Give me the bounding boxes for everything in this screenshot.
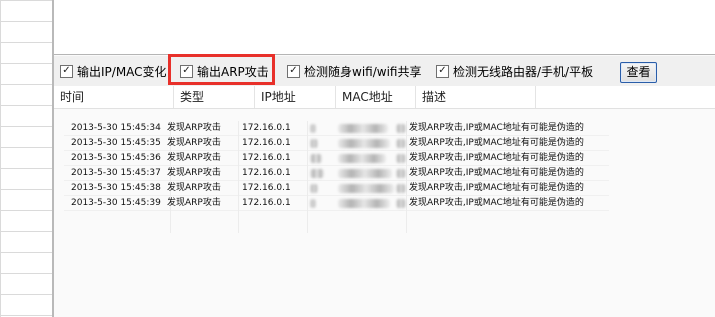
- column-header-time[interactable]: 时间: [54, 86, 174, 108]
- cell-type: 发现ARP攻击: [167, 198, 221, 208]
- cell-time: 2013-5-30 15:45:39: [71, 198, 161, 208]
- cell-type: 发现ARP攻击: [167, 123, 221, 133]
- cell-mac-redacted: [308, 151, 408, 166]
- cell-mac-redacted: [308, 136, 408, 151]
- cell-ip: 172.16.0.1: [242, 153, 291, 163]
- cell-ip: 172.16.0.1: [242, 123, 291, 133]
- table-row[interactable]: 2013-5-30 15:45:37 发现ARP攻击 172.16.0.1 发现…: [64, 166, 609, 181]
- cell-type: 发现ARP攻击: [167, 153, 221, 163]
- cell-ip: 172.16.0.1: [242, 183, 291, 193]
- cell-mac-redacted: [308, 121, 408, 136]
- checkbox-label: 检测无线路由器/手机/平板: [453, 64, 594, 79]
- cell-desc: 发现ARP攻击,IP或MAC地址有可能是伪造的: [409, 123, 584, 133]
- event-list[interactable]: 时间 类型 IP地址 MAC地址 描述 2013-5-30 15:45:34 发…: [54, 86, 715, 317]
- cell-desc: 发现ARP攻击,IP或MAC地址有可能是伪造的: [409, 138, 584, 148]
- check-icon[interactable]: ✓: [60, 64, 73, 78]
- cell-time: 2013-5-30 15:45:38: [71, 183, 161, 193]
- table-row[interactable]: 2013-5-30 15:45:35 发现ARP攻击 172.16.0.1 发现…: [64, 136, 609, 151]
- checkbox-wireless-router[interactable]: ✓ 检测无线路由器/手机/平板: [436, 63, 593, 79]
- cell-desc: 发现ARP攻击,IP或MAC地址有可能是伪造的: [409, 153, 584, 163]
- column-header-desc[interactable]: 描述: [416, 86, 536, 108]
- cell-type: 发现ARP攻击: [167, 183, 221, 193]
- cell-desc: 发现ARP攻击,IP或MAC地址有可能是伪造的: [409, 168, 584, 178]
- cell-desc: 发现ARP攻击,IP或MAC地址有可能是伪造的: [409, 183, 584, 193]
- view-button[interactable]: 查看: [620, 62, 657, 83]
- cell-time: 2013-5-30 15:45:37: [71, 168, 161, 178]
- arp-monitor-panel: ✓ 输出IP/MAC变化 ✓ 输出ARP攻击 ✓ 检测随身wifi/wifi共享…: [54, 0, 715, 317]
- checkbox-label: 输出IP/MAC变化: [77, 64, 167, 79]
- table-row[interactable]: 2013-5-30 15:45:36 发现ARP攻击 172.16.0.1 发现…: [64, 151, 609, 166]
- cell-time: 2013-5-30 15:45:36: [71, 153, 161, 163]
- cell-mac-redacted: [308, 166, 408, 181]
- cell-type: 发现ARP攻击: [167, 138, 221, 148]
- cell-ip: 172.16.0.1: [242, 168, 291, 178]
- cell-type: 发现ARP攻击: [167, 168, 221, 178]
- options-toolbar: ✓ 输出IP/MAC变化 ✓ 输出ARP攻击 ✓ 检测随身wifi/wifi共享…: [54, 56, 715, 86]
- check-icon[interactable]: ✓: [287, 64, 300, 78]
- cell-ip: 172.16.0.1: [242, 138, 291, 148]
- checkbox-portable-wifi[interactable]: ✓ 检测随身wifi/wifi共享: [287, 63, 421, 79]
- event-rows: 2013-5-30 15:45:34 发现ARP攻击 172.16.0.1 发现…: [64, 121, 609, 211]
- column-header-type[interactable]: 类型: [174, 86, 255, 108]
- cell-ip: 172.16.0.1: [242, 198, 291, 208]
- column-header-mac[interactable]: MAC地址: [336, 86, 416, 108]
- annotation-highlight-box: [168, 54, 275, 85]
- list-header: 时间 类型 IP地址 MAC地址 描述: [54, 86, 715, 109]
- table-row[interactable]: 2013-5-30 15:45:39 发现ARP攻击 172.16.0.1 发现…: [64, 196, 609, 211]
- cell-desc: 发现ARP攻击,IP或MAC地址有可能是伪造的: [409, 198, 584, 208]
- log-text-area[interactable]: [54, 0, 715, 55]
- table-row[interactable]: 2013-5-30 15:45:34 发现ARP攻击 172.16.0.1 发现…: [64, 121, 609, 136]
- cell-mac-redacted: [308, 181, 408, 196]
- cell-time: 2013-5-30 15:45:35: [71, 138, 161, 148]
- cell-mac-redacted: [308, 196, 408, 211]
- cell-time: 2013-5-30 15:45:34: [71, 123, 161, 133]
- table-row[interactable]: 2013-5-30 15:45:38 发现ARP攻击 172.16.0.1 发现…: [64, 181, 609, 196]
- check-icon[interactable]: ✓: [436, 64, 449, 78]
- checkbox-label: 检测随身wifi/wifi共享: [304, 64, 422, 79]
- column-header-ip[interactable]: IP地址: [255, 86, 336, 108]
- checkbox-ip-mac-change[interactable]: ✓ 输出IP/MAC变化: [60, 63, 167, 79]
